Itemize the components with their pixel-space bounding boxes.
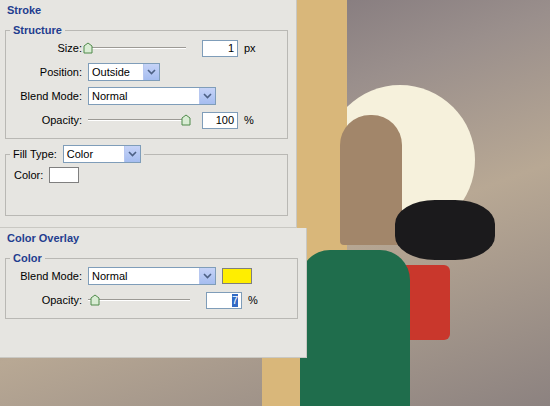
field-label: Blend Mode: [10, 90, 82, 102]
chevron-down-icon [203, 273, 212, 279]
field-label: Position: [10, 66, 82, 78]
position-row: Position: Outside [10, 62, 281, 82]
slider[interactable] [88, 42, 186, 54]
opacity-row: Opacity: 7% [10, 290, 291, 310]
stroke-color-swatch[interactable] [49, 167, 79, 183]
number-field[interactable]: 7 [206, 292, 242, 309]
blend-mode-select[interactable]: Normal [88, 267, 216, 285]
position-select[interactable]: Outside [88, 63, 160, 81]
slider[interactable] [88, 114, 186, 126]
unit-label: % [248, 294, 258, 306]
chevron-down-icon [147, 69, 156, 75]
layer-style-dialog: Stroke Structure Size: 1 px Position: Outside B… [0, 0, 307, 358]
chevron-down-icon [203, 93, 212, 99]
slider-thumb-icon[interactable] [90, 294, 100, 306]
number-field[interactable]: 1 [202, 40, 238, 57]
fill-type-legend: Fill Type: Color [10, 145, 144, 163]
stroke-panel: Stroke Structure Size: 1 px Position: Outside B… [0, 0, 297, 228]
size-row: Size: 1 px [10, 38, 281, 58]
blend-mode-row: Blend Mode: Normal [10, 86, 281, 106]
dropdown-button[interactable] [199, 88, 215, 104]
unit-label: % [244, 114, 254, 126]
overlay-color-swatch[interactable] [222, 268, 252, 284]
dropdown-button[interactable] [199, 268, 215, 284]
blend-mode-select[interactable]: Normal [88, 87, 216, 105]
field-label: Color: [10, 169, 43, 181]
field-label: Blend Mode: [10, 270, 82, 282]
color-group: Color Blend Mode: Normal Opacity: 7% [5, 252, 298, 319]
field-label: Opacity: [10, 294, 82, 306]
dropdown-button[interactable] [124, 146, 140, 162]
color-row: Color: [10, 165, 281, 185]
opacity-row: Opacity: 100% [10, 110, 281, 130]
unit-label: px [244, 42, 256, 54]
field-label: Size: [10, 42, 82, 54]
number-value: 1 [228, 42, 234, 55]
dropdown-button[interactable] [143, 64, 159, 80]
soldier-shape [340, 115, 402, 245]
color-overlay-panel: Color Overlay Color Blend Mode: Normal Opaci… [0, 228, 307, 358]
panel-title: Stroke [5, 4, 288, 18]
group-title: Color [10, 252, 45, 264]
chevron-down-icon [128, 151, 137, 157]
number-value: 7 [232, 294, 238, 307]
field-label: Opacity: [10, 114, 82, 126]
shirt-shape [300, 250, 410, 406]
panel-title: Color Overlay [5, 232, 298, 246]
field-label: Fill Type: [13, 148, 57, 160]
group-title: Structure [10, 24, 65, 36]
screen: Stroke Structure Size: 1 px Position: Outside B… [0, 0, 550, 406]
fill-group: Fill Type: Color Color: [5, 145, 288, 216]
number-value: 100 [216, 114, 234, 127]
fill-type-select[interactable]: Color [63, 145, 141, 163]
slider-thumb-icon[interactable] [181, 114, 191, 126]
guitar-shape [395, 200, 495, 260]
number-field[interactable]: 100 [202, 112, 238, 129]
structure-group: Structure Size: 1 px Position: Outside Blend M… [5, 24, 288, 139]
slider-thumb-icon[interactable] [83, 42, 93, 54]
slider[interactable] [88, 294, 190, 306]
blend-mode-row: Blend Mode: Normal [10, 266, 291, 286]
